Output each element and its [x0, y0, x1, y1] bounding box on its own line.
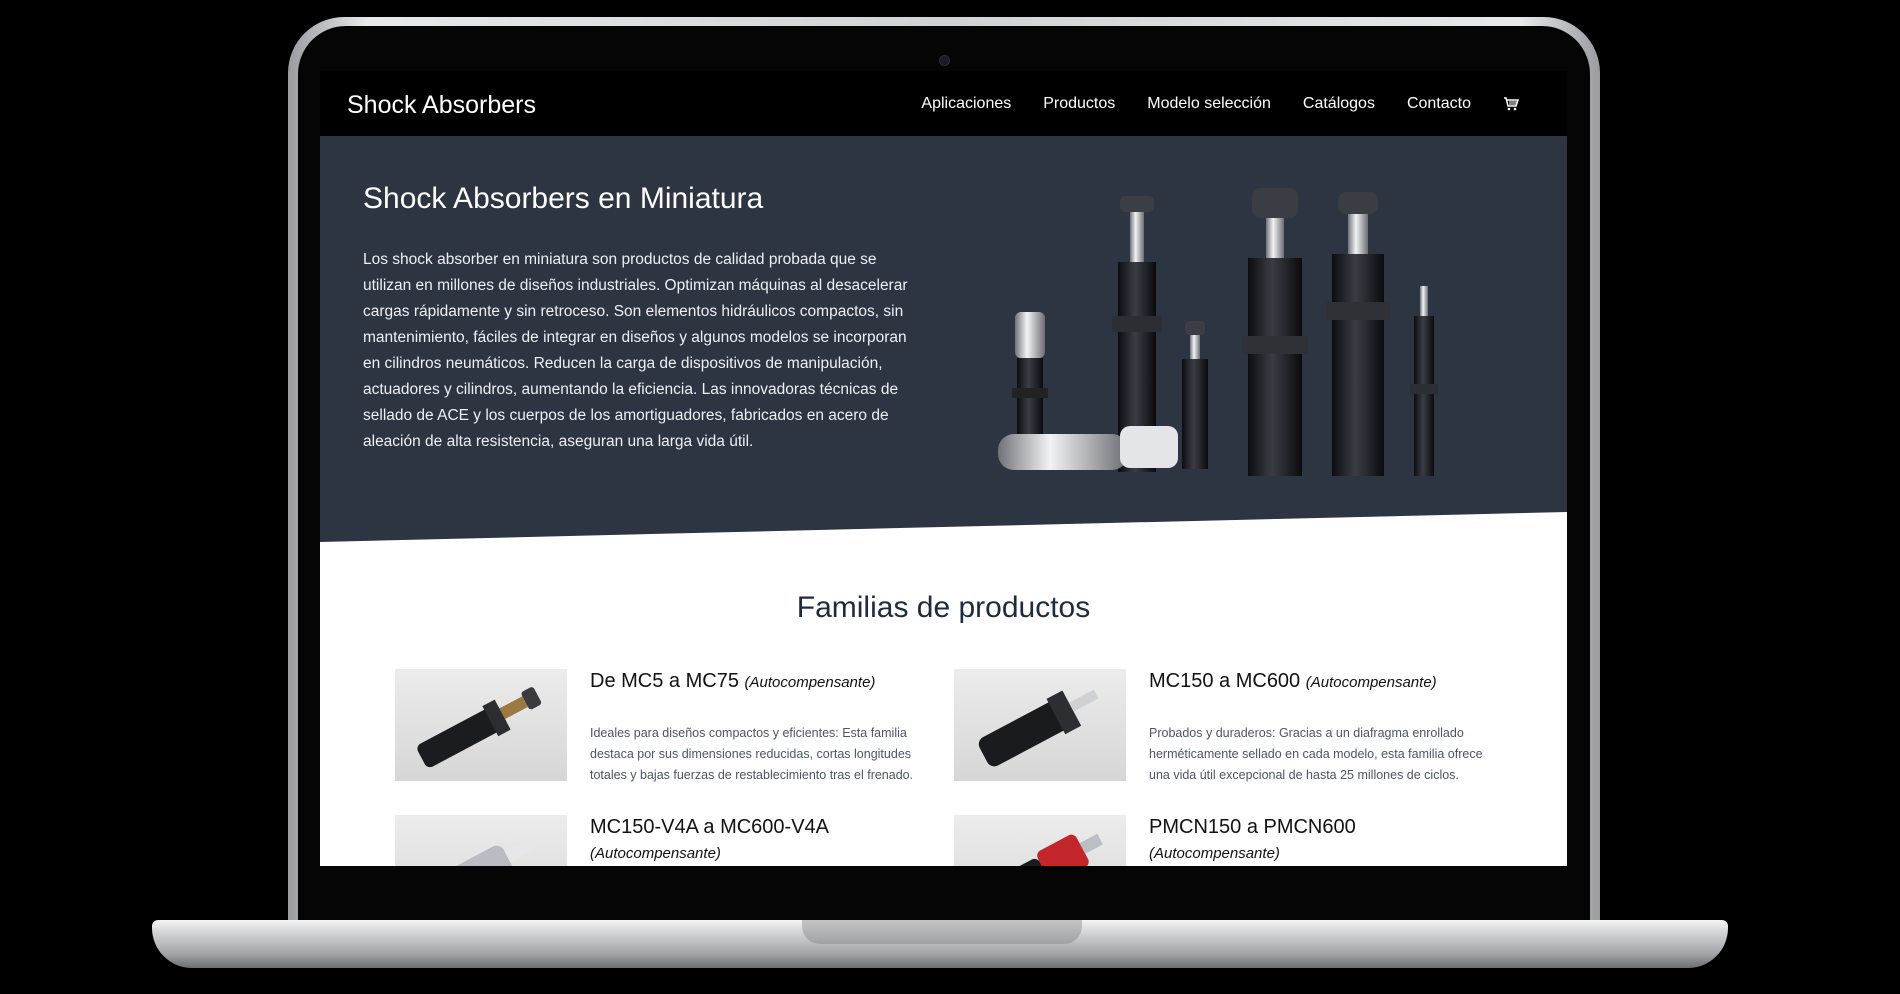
product-family-name[interactable]: MC150-V4A a MC600-V4A [590, 816, 829, 838]
nav-menu: Aplicaciones Productos Modelo selección … [921, 95, 1519, 113]
nav-item-productos[interactable]: Productos [1043, 95, 1115, 113]
laptop-notch [802, 920, 1082, 944]
top-navigation: Shock Absorbers Aplicaciones Productos M… [320, 71, 1567, 136]
product-family-card[interactable]: De MC5 a MC75 (Autocompensante) Ideales … [395, 669, 915, 789]
product-family-tag: (Autocompensante) [744, 674, 876, 691]
shock-absorbers-image [998, 188, 1438, 476]
product-family-tag: (Autocompensante) [1149, 845, 1280, 862]
product-family-tag: (Autocompensante) [590, 845, 721, 862]
product-family-card[interactable]: PMCN150 a PMCN600 (Autocompensante) [954, 815, 1474, 866]
product-family-name[interactable]: MC150 a MC600 [1149, 670, 1300, 692]
camera-icon [939, 55, 950, 66]
product-family-description: Probados y duraderos: Gracias a un diafr… [1149, 726, 1483, 782]
nav-item-aplicaciones[interactable]: Aplicaciones [921, 95, 1011, 113]
hero-title: Shock Absorbers en Miniatura [363, 182, 764, 215]
families-title: Familias de productos [796, 591, 1091, 624]
cart-icon[interactable] [1503, 96, 1519, 112]
product-family-card[interactable]: MC150 a MC600 (Autocompensante) Probados… [954, 669, 1483, 789]
product-image[interactable] [395, 815, 567, 866]
nav-item-contacto[interactable]: Contacto [1407, 95, 1471, 113]
product-family-card[interactable]: MC150-V4A a MC600-V4A (Autocompensante) [395, 815, 915, 866]
product-family-tag: (Autocompensante) [1305, 674, 1437, 691]
hero-description: Los shock absorber en miniatura son prod… [363, 251, 908, 450]
hero-section: Shock Absorbers en Miniatura Los shock a… [320, 136, 1567, 556]
product-image[interactable] [954, 669, 1126, 781]
product-image[interactable] [954, 815, 1126, 866]
product-family-description: Ideales para diseños compactos y eficien… [590, 726, 914, 782]
product-image[interactable] [395, 669, 567, 781]
product-family-name[interactable]: De MC5 a MC75 [590, 670, 739, 692]
nav-item-catalogos[interactable]: Catálogos [1303, 95, 1375, 113]
nav-item-modelo-seleccion[interactable]: Modelo selección [1147, 95, 1271, 113]
browser-viewport: Shock Absorbers Aplicaciones Productos M… [320, 71, 1567, 866]
brand-logo[interactable]: Shock Absorbers [347, 91, 536, 120]
product-family-name[interactable]: PMCN150 a PMCN600 [1149, 816, 1356, 838]
